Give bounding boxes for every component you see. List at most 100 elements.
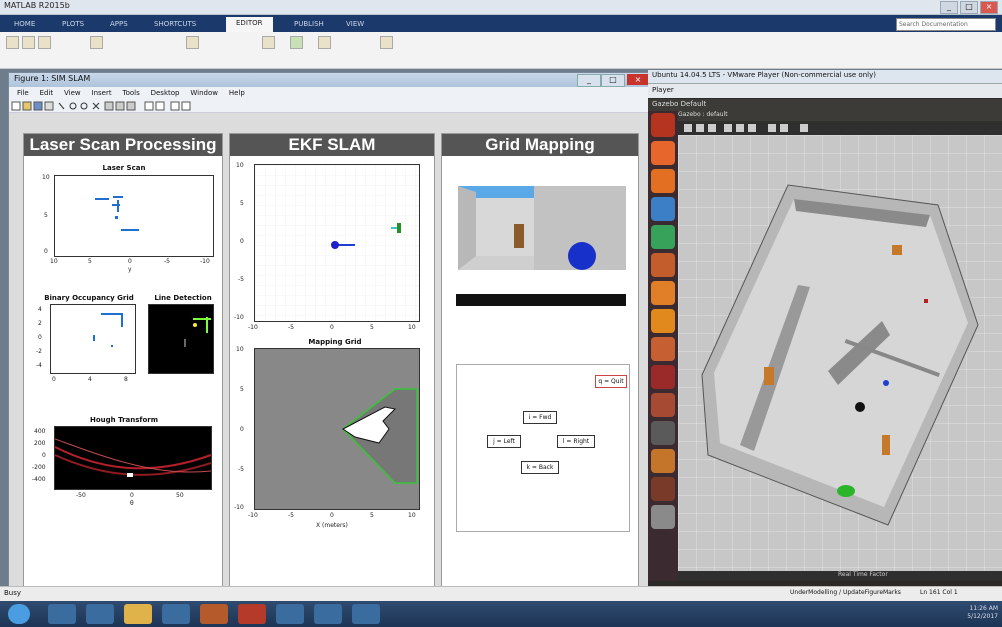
ubuntu-one-icon[interactable] [651,309,675,333]
robot-base-shape [456,294,626,306]
save-icon[interactable] [38,36,51,49]
tab-publish[interactable]: PUBLISH [284,18,334,30]
menu-help[interactable]: Help [229,89,245,97]
binary-occupancy-plot [50,304,136,374]
menu-insert[interactable]: Insert [92,89,112,97]
player-menu[interactable]: Player [652,86,674,94]
misc-taskbar-icon[interactable] [352,604,380,624]
search-documentation-input[interactable]: Search Documentation [896,18,996,31]
tab-editor[interactable]: EDITOR [226,17,273,32]
mapping-ytick: 0 [240,426,244,433]
binary-xtick: 0 [52,376,56,383]
menu-window[interactable]: Window [190,89,218,97]
mapping-grid-plot [254,348,420,510]
calc-icon[interactable] [651,225,675,249]
laser-xtick: 0 [128,258,132,265]
windows-taskbar: 11:26 AM 5/12/2017 [0,601,1002,627]
binary-ytick: 2 [38,320,42,327]
menu-view[interactable]: View [64,89,81,97]
back-key-button[interactable]: k = Back [521,461,559,474]
workspace-icon[interactable] [651,477,675,501]
gazebo-title: Gazebo : default [678,111,1002,121]
mapping-ytick: -5 [238,466,244,473]
menu-desktop[interactable]: Desktop [151,89,180,97]
new-file-icon[interactable] [6,36,19,49]
matlab-taskbar-icon[interactable] [200,604,228,624]
dash-icon[interactable] [651,113,675,137]
start-button[interactable] [8,604,30,624]
run-advance-icon[interactable] [380,36,393,49]
vmware-taskbar-icon[interactable] [314,604,342,624]
vmware-title: Ubuntu 14.04.5 LTS - VMware Player (Non-… [652,71,876,79]
laser-panel-header: Laser Scan Processing [24,134,222,156]
matlab-toolstrip [0,32,1002,69]
ubuntu-top-bar: Gazebo Default [648,99,1002,111]
forward-key-button[interactable]: i = Fwd [523,411,557,424]
matlab-title: MATLAB R2015b [4,1,70,10]
figure-minimize-button[interactable]: _ [577,74,601,87]
run-icon[interactable] [290,36,303,49]
menu-tools[interactable]: Tools [122,89,139,97]
laser-xlabel: y [128,266,132,273]
trash-icon[interactable] [651,505,675,529]
maximize-button[interactable]: □ [960,1,978,14]
vmware-window: Ubuntu 14.04.5 LTS - VMware Player (Non-… [648,70,1002,586]
find-icon[interactable] [90,36,103,49]
ekf-xtick: -10 [248,324,258,331]
right-key-button[interactable]: l = Right [557,435,595,448]
ekf-panel-header: EKF SLAM [230,134,434,156]
chrome-taskbar-icon[interactable] [48,604,76,624]
menu-file[interactable]: File [17,89,29,97]
tab-view[interactable]: VIEW [336,18,374,30]
figure-close-button[interactable]: × [627,74,649,85]
impress-icon[interactable] [651,253,675,277]
outlook-taskbar-icon[interactable] [162,604,190,624]
terminal-icon[interactable] [651,365,675,389]
system-tray[interactable]: 11:26 AM 5/12/2017 [967,605,998,621]
quit-key-button[interactable]: q = Quit [595,375,627,388]
app-taskbar-icon[interactable] [276,604,304,624]
indent-icon[interactable] [186,36,199,49]
gazebo-icon[interactable] [651,421,675,445]
binary-xtick: 4 [88,376,92,383]
files-icon[interactable] [651,141,675,165]
run-section-icon[interactable] [318,36,331,49]
mapping-grid-title: Mapping Grid [308,338,362,346]
ekf-ytick: -10 [234,314,244,321]
software-center-icon[interactable] [651,281,675,305]
tab-shortcuts[interactable]: SHORTCUTS [144,18,206,30]
mapping-xtick: 10 [408,512,416,519]
laser-xtick: -10 [200,258,210,265]
minimize-button[interactable]: _ [940,1,958,14]
tab-home[interactable]: HOME [4,18,45,30]
amazon-icon[interactable] [651,393,675,417]
ekf-xtick: 10 [408,324,416,331]
explorer-taskbar-icon[interactable] [124,604,152,624]
ekf-slam-plot [254,164,420,322]
app-icon[interactable] [651,449,675,473]
figure-toolbar-icons[interactable] [9,100,249,112]
matlab-ribbon-tabs: HOME PLOTS APPS SHORTCUTS EDITOR PUBLISH… [0,15,1002,32]
current-file-status: UnderModelling / UpdateFigureMarks [790,589,901,596]
laser-scan-panel: Laser Scan Processing Laser Scan 10 5 0 … [23,133,223,587]
figure-maximize-button[interactable]: □ [601,74,625,87]
ubuntu-topbar-text: Gazebo Default [652,100,707,108]
open-file-icon[interactable] [22,36,35,49]
powerpoint-taskbar-icon[interactable] [238,604,266,624]
mapping-xlabel: X (meters) [316,522,348,529]
writer-icon[interactable] [651,197,675,221]
menu-edit[interactable]: Edit [40,89,54,97]
figure-menu-bar: File Edit View Insert Tools Desktop Wind… [9,88,651,99]
left-key-button[interactable]: j = Left [487,435,521,448]
breakpoints-icon[interactable] [262,36,275,49]
powershell-taskbar-icon[interactable] [86,604,114,624]
close-button[interactable]: × [980,1,998,14]
gazebo-window: Gazebo : default Real Time Factor [678,111,1002,581]
tab-apps[interactable]: APPS [100,18,138,30]
firefox-icon[interactable] [651,169,675,193]
tab-plots[interactable]: PLOTS [52,18,94,30]
laser-xtick: 10 [50,258,58,265]
settings-icon[interactable] [651,337,675,361]
keyboard-control-area[interactable]: q = Quit i = Fwd j = Left l = Right k = … [456,364,630,532]
gazebo-3d-view[interactable] [678,135,1002,571]
